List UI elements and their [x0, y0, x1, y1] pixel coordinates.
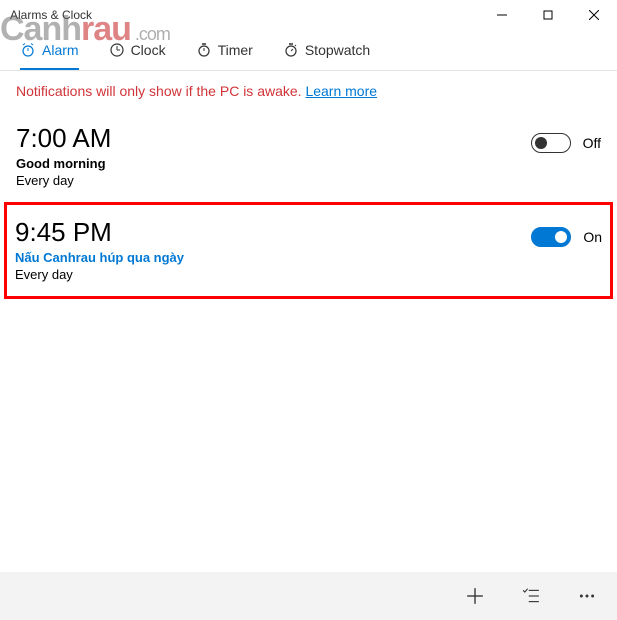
minimize-button[interactable]: [479, 0, 525, 30]
tab-alarm-label: Alarm: [42, 42, 79, 58]
alarm-toggle-group: On: [531, 227, 602, 247]
tab-stopwatch-label: Stopwatch: [305, 42, 370, 58]
alarm-time: 9:45 PM: [15, 217, 531, 248]
select-alarms-button[interactable]: [521, 586, 541, 606]
tab-clock[interactable]: Clock: [109, 42, 166, 70]
notification-notice: Notifications will only show if the PC i…: [0, 71, 617, 111]
window-title: Alarms & Clock: [10, 8, 92, 22]
window-controls: [479, 0, 617, 30]
alarm-info: 9:45 PM Nấu Canhrau húp qua ngày Every d…: [15, 217, 531, 282]
more-button[interactable]: [577, 586, 597, 606]
alarm-icon: [20, 42, 36, 58]
titlebar: Alarms & Clock: [0, 0, 617, 30]
alarm-time: 7:00 AM: [16, 123, 531, 154]
alarm-repeat: Every day: [15, 267, 531, 282]
learn-more-link[interactable]: Learn more: [305, 83, 377, 99]
alarm-repeat: Every day: [16, 173, 531, 188]
alarm-name: Nấu Canhrau húp qua ngày: [15, 250, 531, 265]
alarm-info: 7:00 AM Good morning Every day: [16, 123, 531, 188]
tab-clock-label: Clock: [131, 42, 166, 58]
command-bar: [0, 572, 617, 620]
alarm-list: 7:00 AM Good morning Every day Off 9:45 …: [0, 111, 617, 299]
maximize-button[interactable]: [525, 0, 571, 30]
alarm-name: Good morning: [16, 156, 531, 171]
clock-icon: [109, 42, 125, 58]
tab-timer[interactable]: Timer: [196, 42, 253, 70]
notice-text: Notifications will only show if the PC i…: [16, 83, 305, 99]
tab-alarm[interactable]: Alarm: [20, 42, 79, 70]
tab-stopwatch[interactable]: Stopwatch: [283, 42, 370, 70]
tab-timer-label: Timer: [218, 42, 253, 58]
alarm-item[interactable]: 9:45 PM Nấu Canhrau húp qua ngày Every d…: [4, 202, 613, 299]
add-alarm-button[interactable]: [465, 586, 485, 606]
close-button[interactable]: [571, 0, 617, 30]
alarm-toggle-label: On: [583, 229, 602, 245]
alarm-toggle[interactable]: [531, 227, 571, 247]
alarm-toggle[interactable]: [531, 133, 571, 153]
stopwatch-icon: [283, 42, 299, 58]
alarm-toggle-group: Off: [531, 133, 601, 153]
alarm-toggle-label: Off: [583, 135, 601, 151]
tab-bar: Alarm Clock Timer Stopwatch: [0, 30, 617, 71]
timer-icon: [196, 42, 212, 58]
alarm-item[interactable]: 7:00 AM Good morning Every day Off: [12, 111, 605, 202]
